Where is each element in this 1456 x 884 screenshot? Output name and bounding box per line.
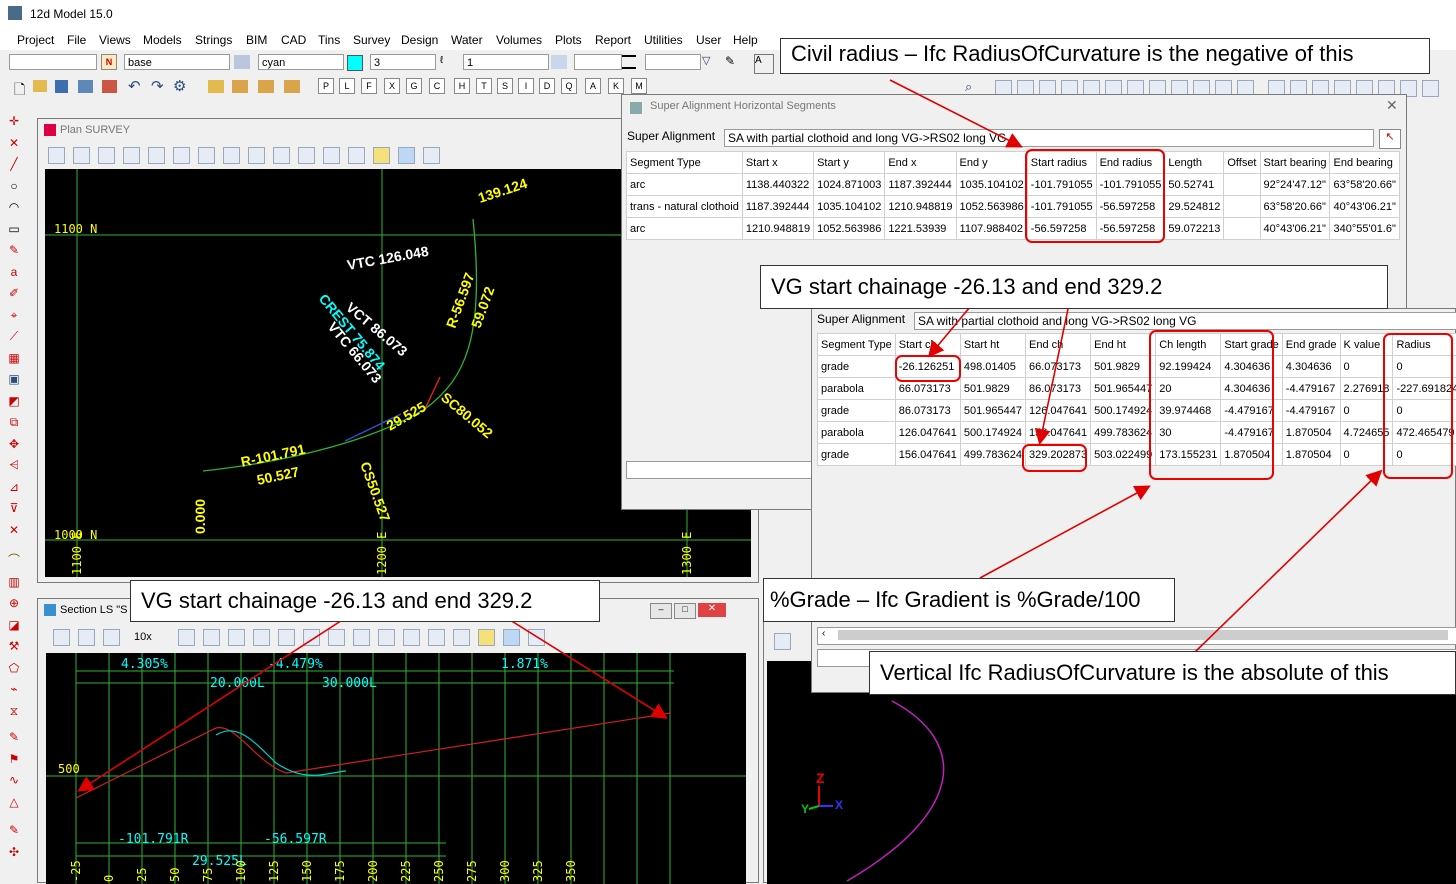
callout-vg-chainage-section: VG start chainage -26.13 and end 329.2 <box>130 580 600 622</box>
annotation-arrows <box>0 0 1456 883</box>
callout-grade: %Grade – Ifc Gradient is %Grade/100 <box>763 578 1175 622</box>
callout-vg-chainage: VG start chainage -26.13 and end 329.2 <box>760 265 1388 309</box>
callout-vertical-radius: Vertical Ifc RadiusOfCurvature is the ab… <box>869 651 1456 695</box>
callout-civil-radius: Civil radius – Ifc RadiusOfCurvature is … <box>780 38 1430 74</box>
